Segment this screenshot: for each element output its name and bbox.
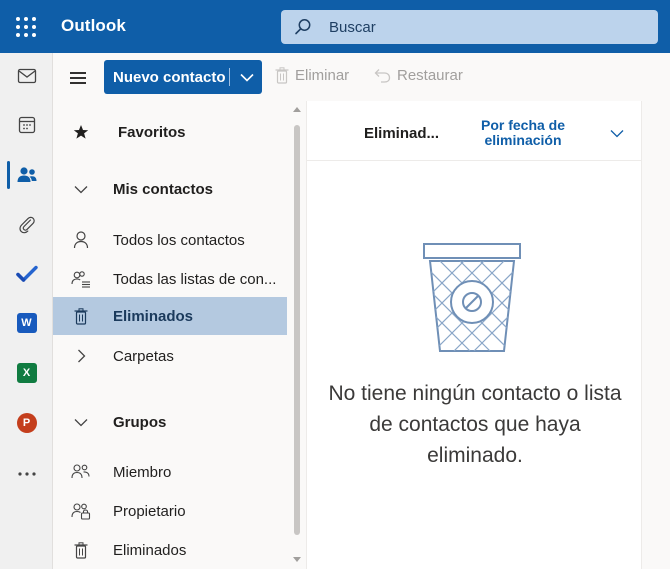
chevron-down-icon bbox=[239, 73, 254, 82]
folder-pane: Favoritos Mis contactos Todos los contac… bbox=[53, 101, 306, 569]
contact-list-icon bbox=[71, 269, 91, 289]
nav-member[interactable]: Miembro bbox=[53, 453, 287, 491]
top-bar: Outlook Buscar bbox=[0, 0, 670, 53]
word-tile: W bbox=[16, 313, 37, 333]
nav-my-contacts[interactable]: Mis contactos bbox=[53, 170, 287, 208]
excel-icon[interactable]: X bbox=[0, 353, 53, 393]
folders-label: Carpetas bbox=[113, 348, 174, 365]
nav-folders[interactable]: Carpetas bbox=[53, 337, 287, 375]
group-member-icon bbox=[71, 462, 91, 482]
chevron-down-icon bbox=[71, 412, 91, 432]
star-icon bbox=[71, 122, 91, 142]
attachment-icon[interactable] bbox=[0, 205, 53, 245]
my-contacts-label: Mis contactos bbox=[113, 181, 214, 198]
app-rail: W X P bbox=[0, 53, 53, 569]
contact-list-pane: Eliminad... Por fecha de eliminación No … bbox=[306, 101, 642, 569]
search-placeholder: Buscar bbox=[329, 19, 376, 36]
mail-icon[interactable] bbox=[0, 56, 53, 96]
member-label: Miembro bbox=[113, 464, 172, 481]
trash-icon bbox=[275, 67, 289, 84]
scroll-up-arrow[interactable] bbox=[293, 107, 301, 112]
chevron-down-icon[interactable] bbox=[610, 125, 624, 143]
nav-favorites[interactable]: Favoritos bbox=[53, 113, 287, 151]
nav-groups[interactable]: Grupos bbox=[53, 403, 287, 441]
nav-deleted[interactable]: Eliminados bbox=[53, 297, 287, 335]
word-icon[interactable]: W bbox=[0, 303, 53, 343]
trash-icon bbox=[71, 306, 91, 326]
nav-all-contacts[interactable]: Todos los contactos bbox=[53, 221, 287, 259]
people-icon[interactable] bbox=[0, 155, 53, 195]
excel-tile: X bbox=[16, 363, 37, 383]
powerpoint-icon[interactable]: P bbox=[0, 403, 53, 443]
group-owner-icon bbox=[71, 501, 91, 521]
nav-owner[interactable]: Propietario bbox=[53, 492, 287, 530]
empty-trash-illustration bbox=[423, 243, 521, 352]
undo-icon bbox=[374, 69, 391, 83]
new-contact-button[interactable]: Nuevo contacto bbox=[104, 60, 262, 94]
folder-scrollbar[interactable] bbox=[291, 101, 303, 569]
new-contact-label[interactable]: Nuevo contacto bbox=[104, 69, 226, 86]
groups-label: Grupos bbox=[113, 414, 167, 431]
groups-deleted-label: Eliminados bbox=[113, 542, 187, 559]
scrollbar-thumb[interactable] bbox=[294, 125, 300, 535]
chevron-down-icon bbox=[71, 179, 91, 199]
chevron-right-icon bbox=[71, 346, 91, 366]
new-contact-dropdown[interactable] bbox=[231, 60, 262, 94]
favorites-label: Favoritos bbox=[118, 124, 186, 141]
calendar-icon[interactable] bbox=[0, 105, 53, 145]
owner-label: Propietario bbox=[113, 503, 186, 520]
delete-button[interactable]: Eliminar bbox=[275, 67, 349, 84]
list-header: Eliminad... Por fecha de eliminación bbox=[307, 101, 642, 161]
command-bar: Nuevo contacto Eliminar Restaurar bbox=[53, 53, 670, 101]
reading-pane bbox=[642, 101, 670, 569]
all-lists-label: Todas las listas de con... bbox=[113, 271, 277, 288]
person-icon bbox=[71, 230, 91, 250]
search-icon bbox=[295, 19, 311, 35]
more-apps-icon[interactable] bbox=[0, 454, 53, 494]
delete-label: Eliminar bbox=[295, 67, 350, 84]
search-input[interactable]: Buscar bbox=[281, 10, 658, 44]
all-contacts-label: Todos los contactos bbox=[113, 232, 245, 249]
empty-state-message: No tiene ningún contacto o lista de cont… bbox=[328, 382, 622, 467]
list-title: Eliminad... bbox=[364, 125, 440, 142]
app-title[interactable]: Outlook bbox=[61, 16, 126, 36]
sort-button[interactable]: Por fecha de eliminación bbox=[473, 118, 573, 148]
restore-button[interactable]: Restaurar bbox=[374, 67, 463, 84]
scroll-down-arrow[interactable] bbox=[293, 557, 301, 562]
nav-all-lists[interactable]: Todas las listas de con... bbox=[53, 260, 287, 298]
restore-label: Restaurar bbox=[397, 67, 463, 84]
app-launcher-icon[interactable] bbox=[12, 13, 40, 41]
deleted-label: Eliminados bbox=[113, 308, 194, 325]
trash-icon bbox=[71, 540, 91, 560]
split-divider bbox=[229, 68, 230, 86]
todo-icon[interactable] bbox=[0, 254, 53, 294]
nav-groups-deleted[interactable]: Eliminados bbox=[53, 531, 287, 569]
powerpoint-tile: P bbox=[16, 413, 37, 433]
hamburger-menu-icon[interactable] bbox=[67, 67, 89, 87]
